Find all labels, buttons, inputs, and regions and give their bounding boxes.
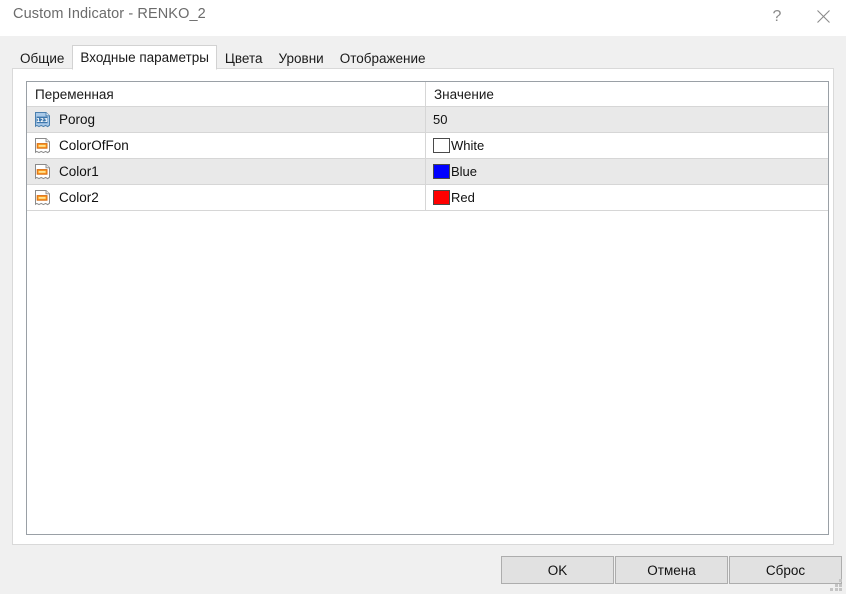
parameters-table[interactable]: Переменная Значение 123 Porog 50 ColorOf… <box>26 81 829 535</box>
caption-button-group: ? <box>754 0 846 36</box>
help-icon[interactable]: ? <box>754 0 800 33</box>
resize-grip[interactable] <box>830 579 843 592</box>
table-row[interactable]: Color2 Red <box>27 185 828 211</box>
color-swatch-icon <box>34 163 51 180</box>
table-row[interactable]: 123 Porog 50 <box>27 107 828 133</box>
value-label: White <box>451 138 485 153</box>
tab-urovni[interactable]: Уровни <box>271 46 332 69</box>
svg-text:123: 123 <box>36 117 48 123</box>
value-label: Red <box>451 190 475 205</box>
cancel-button[interactable]: Отмена <box>615 556 728 584</box>
color-swatch-icon <box>34 189 51 206</box>
variable-name-label: Porog <box>59 112 96 127</box>
tab-label: Входные параметры <box>80 50 209 65</box>
tab-obshie[interactable]: Общие <box>12 46 72 69</box>
cell-variable-value[interactable]: Red <box>426 185 828 210</box>
column-header-value[interactable]: Значение <box>426 82 828 106</box>
close-icon[interactable] <box>800 0 846 33</box>
cell-variable-value[interactable]: Blue <box>426 159 828 184</box>
value-label: 50 <box>433 112 448 127</box>
color-preview-swatch <box>433 164 450 179</box>
tab-vhodnye-parametry[interactable]: Входные параметры <box>72 45 217 70</box>
tab-label: Отображение <box>339 50 426 66</box>
dialog-footer: OK Отмена Сброс <box>0 556 846 594</box>
color-preview-swatch <box>433 190 450 205</box>
table-header-row: Переменная Значение <box>27 82 828 107</box>
table-row[interactable]: ColorOfFon White <box>27 133 828 159</box>
variable-name-label: ColorOfFon <box>59 138 129 153</box>
column-header-variable[interactable]: Переменная <box>27 82 426 106</box>
tab-label: Цвета <box>224 50 263 66</box>
color-preview-swatch <box>433 138 450 153</box>
tab-cveta[interactable]: Цвета <box>217 46 271 69</box>
tab-label: Общие <box>20 50 65 66</box>
variable-name-label: Color2 <box>59 190 99 205</box>
table-row[interactable]: Color1 Blue <box>27 159 828 185</box>
variable-name-label: Color1 <box>59 164 99 179</box>
color-swatch-icon <box>34 137 51 154</box>
window-title: Custom Indicator - RENKO_2 <box>13 6 206 22</box>
tab-label: Уровни <box>278 50 324 66</box>
cell-variable-value[interactable]: White <box>426 133 828 158</box>
number-123-icon: 123 <box>34 111 51 128</box>
title-bar: Custom Indicator - RENKO_2 ? <box>0 0 846 36</box>
cell-variable-name[interactable]: ColorOfFon <box>27 133 426 158</box>
cell-variable-name[interactable]: 123 Porog <box>27 107 426 132</box>
tab-strip: Общие Входные параметры Цвета Уровни Ото… <box>12 45 434 70</box>
cell-variable-name[interactable]: Color2 <box>27 185 426 210</box>
cell-variable-value[interactable]: 50 <box>426 107 828 132</box>
cell-variable-name[interactable]: Color1 <box>27 159 426 184</box>
ok-button[interactable]: OK <box>501 556 614 584</box>
value-label: Blue <box>451 164 478 179</box>
reset-button[interactable]: Сброс <box>729 556 842 584</box>
tab-otobrazhenie[interactable]: Отображение <box>332 46 434 69</box>
